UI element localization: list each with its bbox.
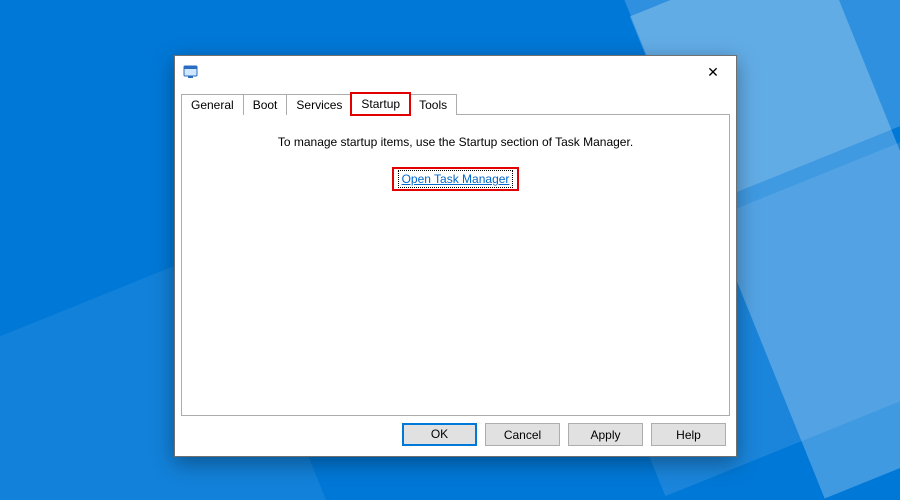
startup-info-text: To manage startup items, use the Startup… [192, 135, 719, 149]
close-icon: ✕ [707, 65, 719, 79]
open-task-manager-link[interactable]: Open Task Manager [399, 171, 513, 187]
msconfig-window: ✕ General Boot Services Startup Tools To… [174, 55, 737, 457]
close-button[interactable]: ✕ [690, 56, 736, 88]
tab-general[interactable]: General [181, 94, 244, 115]
dialog-button-row: OK Cancel Apply Help [402, 423, 726, 446]
desktop-wallpaper: ✕ General Boot Services Startup Tools To… [0, 0, 900, 500]
dialog-client-area: General Boot Services Startup Tools To m… [181, 92, 730, 416]
tab-panel-startup: To manage startup items, use the Startup… [181, 114, 730, 416]
apply-button[interactable]: Apply [568, 423, 643, 446]
tabstrip: General Boot Services Startup Tools [181, 92, 730, 114]
ok-button[interactable]: OK [402, 423, 477, 446]
tab-boot[interactable]: Boot [243, 94, 288, 115]
tab-services[interactable]: Services [286, 94, 352, 115]
cancel-button[interactable]: Cancel [485, 423, 560, 446]
titlebar: ✕ [175, 56, 736, 88]
open-task-manager-highlight: Open Task Manager [392, 167, 520, 191]
tab-startup[interactable]: Startup [351, 93, 410, 115]
tab-tools[interactable]: Tools [409, 94, 457, 115]
app-icon [183, 64, 199, 80]
help-button[interactable]: Help [651, 423, 726, 446]
